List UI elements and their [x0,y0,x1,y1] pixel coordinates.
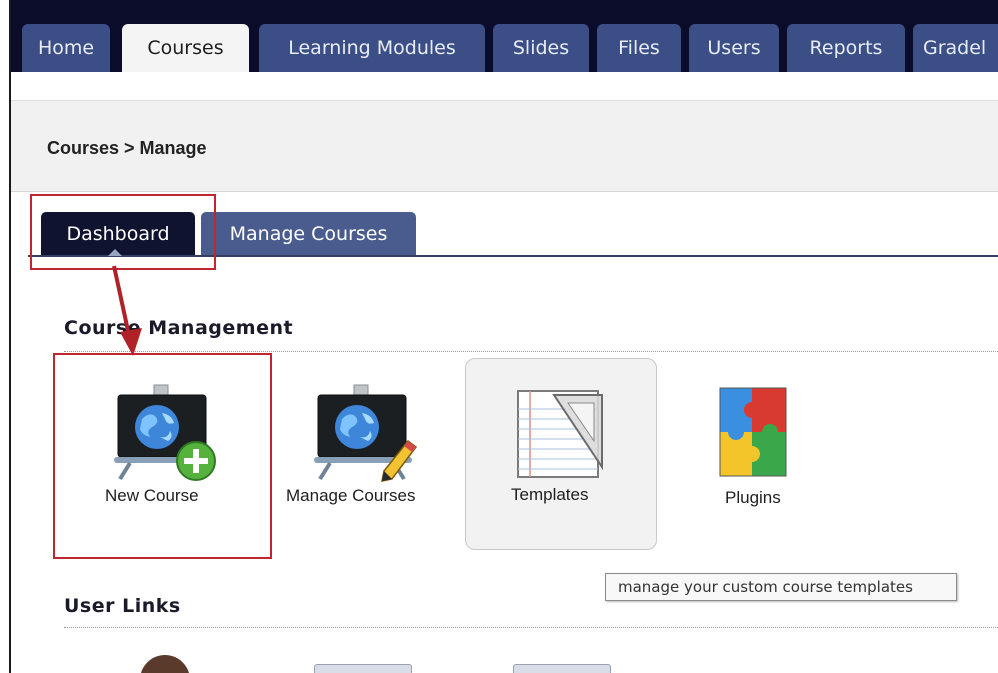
section-divider-user-links [64,627,998,628]
plugins-tile[interactable]: Plugins [700,370,800,550]
templates-tile[interactable]: Templates [466,359,656,549]
nav-tab-courses[interactable]: Courses [122,24,249,72]
user-avatar-icon[interactable] [140,655,190,673]
tab-manage-courses[interactable]: Manage Courses [201,212,416,256]
annotation-arrow-icon [112,265,142,356]
breadcrumb-bar: Courses > Manage [11,100,998,192]
plugins-label: Plugins [725,488,781,507]
manage-courses-label: Manage Courses [286,486,416,505]
nav-tab-files[interactable]: Files [597,24,681,72]
templates-icon [514,387,609,482]
templates-tooltip: manage your custom course templates [605,573,957,601]
breadcrumb: Courses > Manage [47,138,207,158]
templates-label: Templates [511,485,589,504]
nav-tab-users[interactable]: Users [689,24,779,72]
nav-tab-slides[interactable]: Slides [493,24,589,72]
user-link-icon[interactable] [314,664,412,673]
manage-courses-icon [312,383,422,483]
nav-tab-home[interactable]: Home [22,24,110,72]
nav-tab-reports[interactable]: Reports [787,24,905,72]
section-title-user-links: User Links [64,595,181,617]
nav-spacer [11,72,998,100]
section-title-course-management: Course Management [64,317,294,339]
nav-tab-learning-modules[interactable]: Learning Modules [259,24,485,72]
nav-tab-gradebook[interactable]: Gradel [913,24,998,72]
annotation-box-new-course [53,353,272,559]
section-divider [64,351,998,352]
plugins-icon [718,384,788,479]
user-link-icon[interactable] [513,664,611,673]
annotation-box-dashboard [30,194,216,270]
manage-courses-tile[interactable]: Manage Courses [282,360,447,550]
top-navigation: Home Courses Learning Modules Slides Fil… [11,0,998,72]
app-window: Home Courses Learning Modules Slides Fil… [0,0,998,673]
